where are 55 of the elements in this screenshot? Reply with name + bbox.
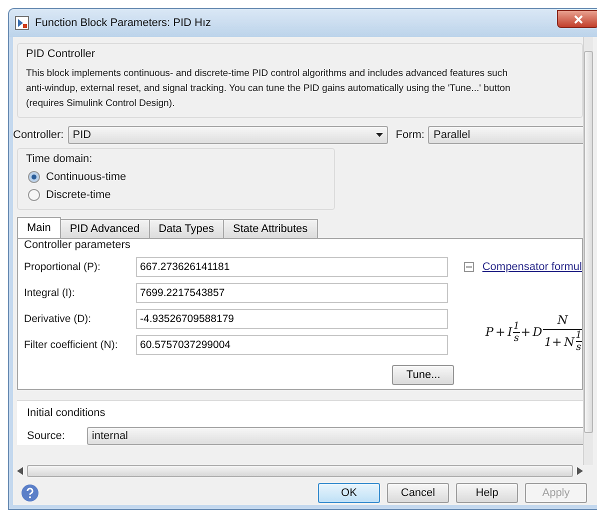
close-icon: [574, 14, 582, 24]
radio-button[interactable]: [28, 189, 40, 201]
source-dropdown[interactable]: internal: [86, 427, 583, 445]
tab[interactable]: Main: [17, 217, 61, 238]
input-field[interactable]: 667.273626141181: [136, 257, 448, 277]
field-label: Proportional (P):: [24, 261, 102, 273]
formula-term: P: [484, 325, 494, 339]
formula-term: +: [494, 325, 506, 339]
formula-term: N: [563, 334, 576, 348]
group-title: Time domain:: [26, 153, 94, 165]
formula-term: 1+: [543, 334, 563, 348]
fraction-numerator: 1: [513, 320, 520, 332]
tab[interactable]: State Attributes: [223, 219, 318, 238]
caret-icon: [376, 133, 383, 137]
scroll-right-icon[interactable]: [577, 467, 583, 475]
field-label: Integral (I):: [24, 287, 76, 299]
radio-button[interactable]: [28, 171, 40, 183]
fraction-numerator: N: [557, 312, 568, 329]
fraction-numerator: 1: [576, 330, 582, 341]
dialog-button[interactable]: Help: [456, 483, 518, 503]
formula-term: I: [506, 325, 514, 339]
input-field[interactable]: 60.5757037299004: [136, 335, 448, 355]
tab[interactable]: Data Types: [148, 219, 224, 238]
description-text: anti-windup, external reset, and signal tracking. You can tune the PID gains automatically using the 'Tune...' button: [26, 82, 510, 96]
radio-label: Discrete-time: [46, 189, 111, 201]
scroll-left-icon[interactable]: [17, 467, 23, 475]
dialog-button[interactable]: Cancel: [387, 483, 449, 503]
tab[interactable]: PID Advanced: [60, 219, 150, 238]
controller-dropdown[interactable]: PID: [68, 126, 388, 144]
input-field[interactable]: -4.93526709588179: [136, 309, 448, 329]
collapse-icon[interactable]: [464, 262, 474, 272]
field-label: Form:: [396, 129, 424, 141]
close-button[interactable]: [557, 10, 597, 28]
group-title: Controller parameters: [24, 239, 132, 251]
tune-button[interactable]: Tune...: [392, 365, 454, 385]
radio-label: Continuous-time: [46, 171, 126, 183]
group-title: Initial conditions: [27, 407, 106, 419]
group-title: PID Controller: [26, 48, 96, 60]
field-label: Derivative (D):: [24, 313, 92, 325]
dialog-button[interactable]: OK: [318, 483, 380, 503]
input-field[interactable]: 7699.2217543857: [136, 283, 448, 303]
formula-link[interactable]: Compensator formul: [482, 261, 582, 273]
block-icon: [15, 16, 29, 30]
description-text: (requires Simulink Control Design).: [26, 97, 175, 111]
formula-term: +: [520, 325, 532, 339]
field-label: Source:: [27, 430, 65, 442]
window-title: Function Block Parameters: PID Hız: [35, 17, 212, 29]
field-label: Filter coefficient (N):: [24, 339, 119, 351]
help-icon[interactable]: [21, 484, 39, 502]
description-text: This block implements continuous- and discrete-time PID control algorithms and includes advanced features such: [26, 67, 508, 81]
field-label: Controller:: [13, 129, 64, 141]
fraction-denominator: s: [576, 342, 582, 353]
fraction-denominator: s: [514, 332, 519, 344]
form-dropdown[interactable]: Parallel: [428, 126, 583, 144]
formula-term: D: [532, 325, 544, 339]
